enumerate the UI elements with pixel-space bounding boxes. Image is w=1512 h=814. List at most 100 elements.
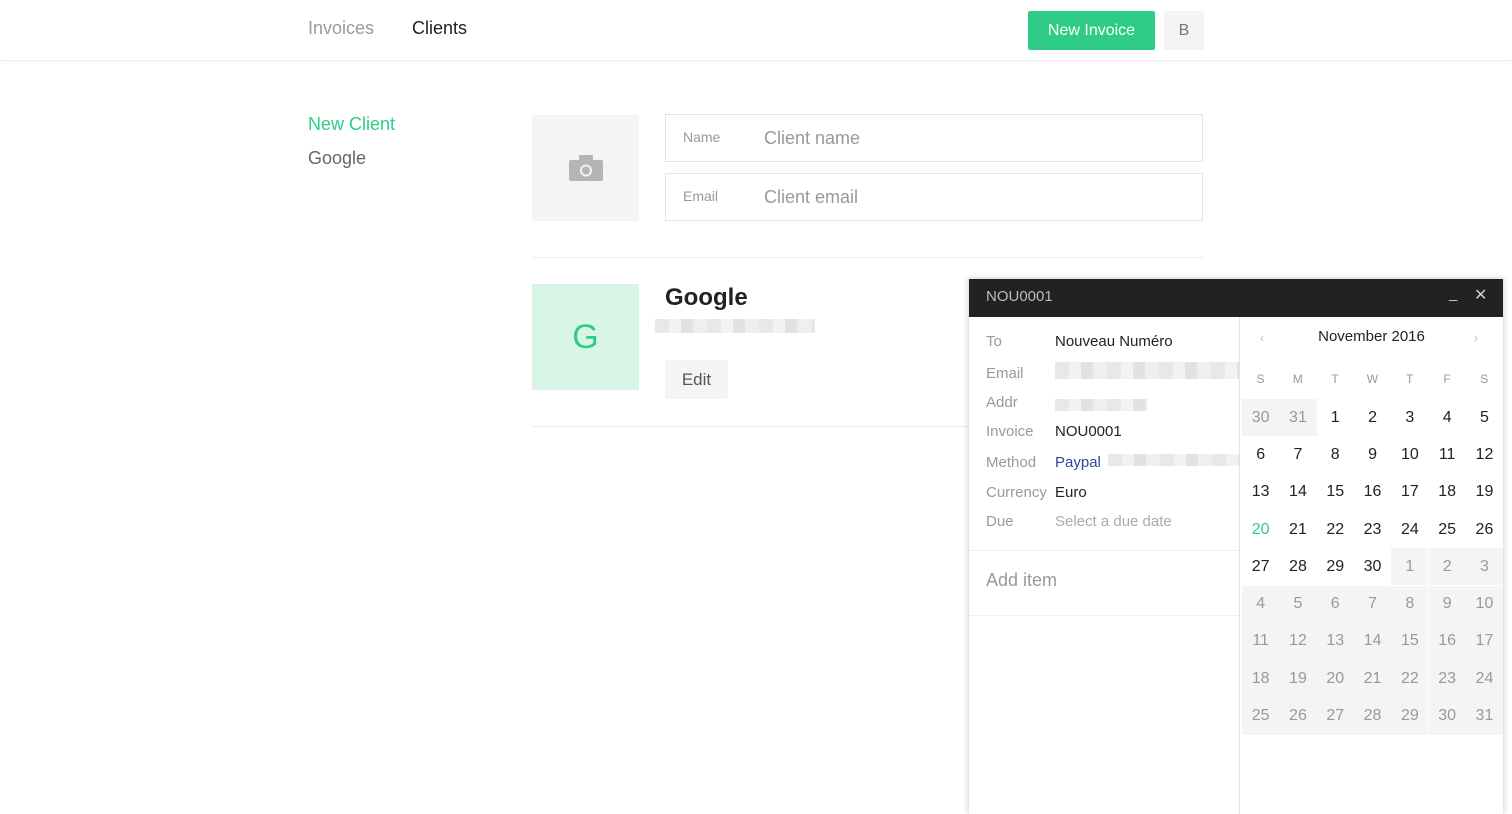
calendar-day[interactable]: 15 <box>1317 474 1354 511</box>
weekday-label: T <box>1331 372 1339 386</box>
client-avatar: G <box>532 284 639 390</box>
close-icon[interactable]: ✕ <box>1474 285 1487 305</box>
calendar-day[interactable]: 30 <box>1428 697 1466 735</box>
calendar-day[interactable]: 29 <box>1317 548 1354 585</box>
method-value[interactable]: Paypal <box>1055 454 1101 471</box>
calendar-day[interactable]: 11 <box>1242 622 1280 661</box>
calendar-day[interactable]: 28 <box>1353 697 1392 735</box>
calendar-day[interactable]: 19 <box>1279 660 1317 698</box>
calendar-day[interactable]: 30 <box>1242 399 1280 437</box>
calendar-day[interactable]: 23 <box>1428 660 1466 698</box>
calendar-day[interactable]: 26 <box>1466 511 1503 548</box>
calendar-day[interactable]: 8 <box>1391 585 1429 623</box>
calendar-day[interactable]: 12 <box>1466 436 1503 473</box>
calendar-day[interactable]: 16 <box>1354 474 1391 511</box>
calendar-day[interactable]: 14 <box>1279 474 1316 511</box>
calendar-day[interactable]: 27 <box>1316 697 1354 735</box>
calendar-day[interactable]: 4 <box>1429 399 1466 436</box>
calendar-day[interactable]: 21 <box>1353 660 1392 698</box>
calendar-day[interactable]: 24 <box>1465 660 1504 698</box>
addr-label: Addr <box>986 394 1018 411</box>
calendar-day[interactable]: 13 <box>1316 622 1354 661</box>
calendar-day[interactable]: 7 <box>1279 436 1316 473</box>
next-month-icon[interactable]: › <box>1474 331 1478 345</box>
due-label: Due <box>986 513 1014 530</box>
calendar-day[interactable]: 28 <box>1279 548 1316 585</box>
calendar-day[interactable]: 5 <box>1279 585 1317 623</box>
calendar-day[interactable]: 26 <box>1279 697 1317 735</box>
client-photo-upload[interactable] <box>532 115 639 221</box>
calendar-day[interactable]: 16 <box>1428 622 1466 661</box>
calendar-day[interactable]: 31 <box>1279 399 1317 437</box>
email-label: Email <box>683 188 719 204</box>
minimize-icon[interactable]: _ <box>1449 285 1457 302</box>
invoice-number[interactable]: NOU0001 <box>1055 423 1122 440</box>
calendar-day[interactable]: 4 <box>1242 585 1280 623</box>
client-email-field: Email <box>665 173 1203 221</box>
calendar-day[interactable]: 22 <box>1391 660 1429 698</box>
calendar-day[interactable]: 8 <box>1317 436 1354 473</box>
calendar-day[interactable]: 18 <box>1429 474 1466 511</box>
calendar-day[interactable]: 5 <box>1466 399 1503 436</box>
calendar-day[interactable]: 20 <box>1316 660 1354 698</box>
currency-value[interactable]: Euro <box>1055 484 1087 501</box>
calendar-day-today[interactable]: 20 <box>1242 511 1279 548</box>
calendar-day[interactable]: 17 <box>1465 622 1504 661</box>
calendar-day[interactable]: 19 <box>1466 474 1503 511</box>
calendar-day[interactable]: 17 <box>1391 474 1428 511</box>
redacted-address <box>1055 399 1147 411</box>
calendar-day[interactable]: 22 <box>1317 511 1354 548</box>
redacted-method-account <box>1108 454 1239 466</box>
calendar-day[interactable]: 3 <box>1391 399 1428 436</box>
calendar-day[interactable]: 25 <box>1429 511 1466 548</box>
calendar-day[interactable]: 24 <box>1391 511 1428 548</box>
nav-clients[interactable]: Clients <box>412 18 467 39</box>
calendar-day[interactable]: 11 <box>1429 436 1466 473</box>
calendar-day[interactable]: 30 <box>1354 548 1391 585</box>
calendar-day[interactable]: 23 <box>1354 511 1391 548</box>
calendar-day[interactable]: 2 <box>1354 399 1391 436</box>
method-label: Method <box>986 454 1037 471</box>
calendar-day[interactable]: 2 <box>1428 548 1466 586</box>
calendar-day[interactable]: 1 <box>1317 399 1354 436</box>
divider <box>969 615 1239 616</box>
calendar-day[interactable]: 14 <box>1353 622 1392 661</box>
calendar-day[interactable]: 6 <box>1316 585 1354 623</box>
email-label: Email <box>986 365 1024 382</box>
new-invoice-button[interactable]: New Invoice <box>1028 11 1155 50</box>
currency-label: Currency <box>986 484 1047 501</box>
calendar-day[interactable]: 3 <box>1465 548 1504 586</box>
calendar-day[interactable]: 12 <box>1279 622 1317 661</box>
user-menu-button[interactable]: B <box>1164 11 1204 50</box>
sidebar-item-new-client[interactable]: New Client <box>308 114 395 135</box>
popup-header: NOU0001 _ ✕ <box>969 279 1503 317</box>
to-value[interactable]: Nouveau Numéro <box>1055 333 1173 350</box>
calendar-day[interactable]: 21 <box>1279 511 1316 548</box>
calendar-day[interactable]: 9 <box>1428 585 1466 623</box>
add-item-button[interactable]: Add item <box>986 570 1057 591</box>
calendar-day[interactable]: 18 <box>1242 660 1280 698</box>
client-name-input[interactable] <box>764 125 1184 151</box>
calendar-day[interactable]: 7 <box>1353 585 1392 623</box>
due-date-input[interactable]: Select a due date <box>1055 513 1172 530</box>
edit-client-button[interactable]: Edit <box>665 360 728 399</box>
calendar-day[interactable]: 9 <box>1354 436 1391 473</box>
popup-title: NOU0001 <box>986 288 1053 305</box>
calendar-day[interactable]: 6 <box>1242 436 1279 473</box>
due-date-calendar: ‹ November 2016 › S M T W T F S 30 31 1 2 3 4 5 6 7 8 9 10… <box>1240 317 1504 814</box>
client-email-input[interactable] <box>764 184 1184 210</box>
nav-invoices[interactable]: Invoices <box>308 18 374 39</box>
calendar-day[interactable]: 10 <box>1391 436 1428 473</box>
calendar-day[interactable]: 25 <box>1242 697 1280 735</box>
calendar-day[interactable]: 10 <box>1465 585 1504 623</box>
calendar-day[interactable]: 1 <box>1391 548 1429 586</box>
divider <box>532 257 1203 258</box>
calendar-day[interactable]: 15 <box>1391 622 1429 661</box>
calendar-month-title: November 2016 <box>1318 328 1425 345</box>
weekday-label: M <box>1292 372 1303 386</box>
calendar-day[interactable]: 31 <box>1465 697 1504 735</box>
calendar-day[interactable]: 27 <box>1242 548 1279 585</box>
sidebar-item-google[interactable]: Google <box>308 148 366 169</box>
calendar-day[interactable]: 29 <box>1391 697 1429 735</box>
calendar-day[interactable]: 13 <box>1242 474 1279 511</box>
